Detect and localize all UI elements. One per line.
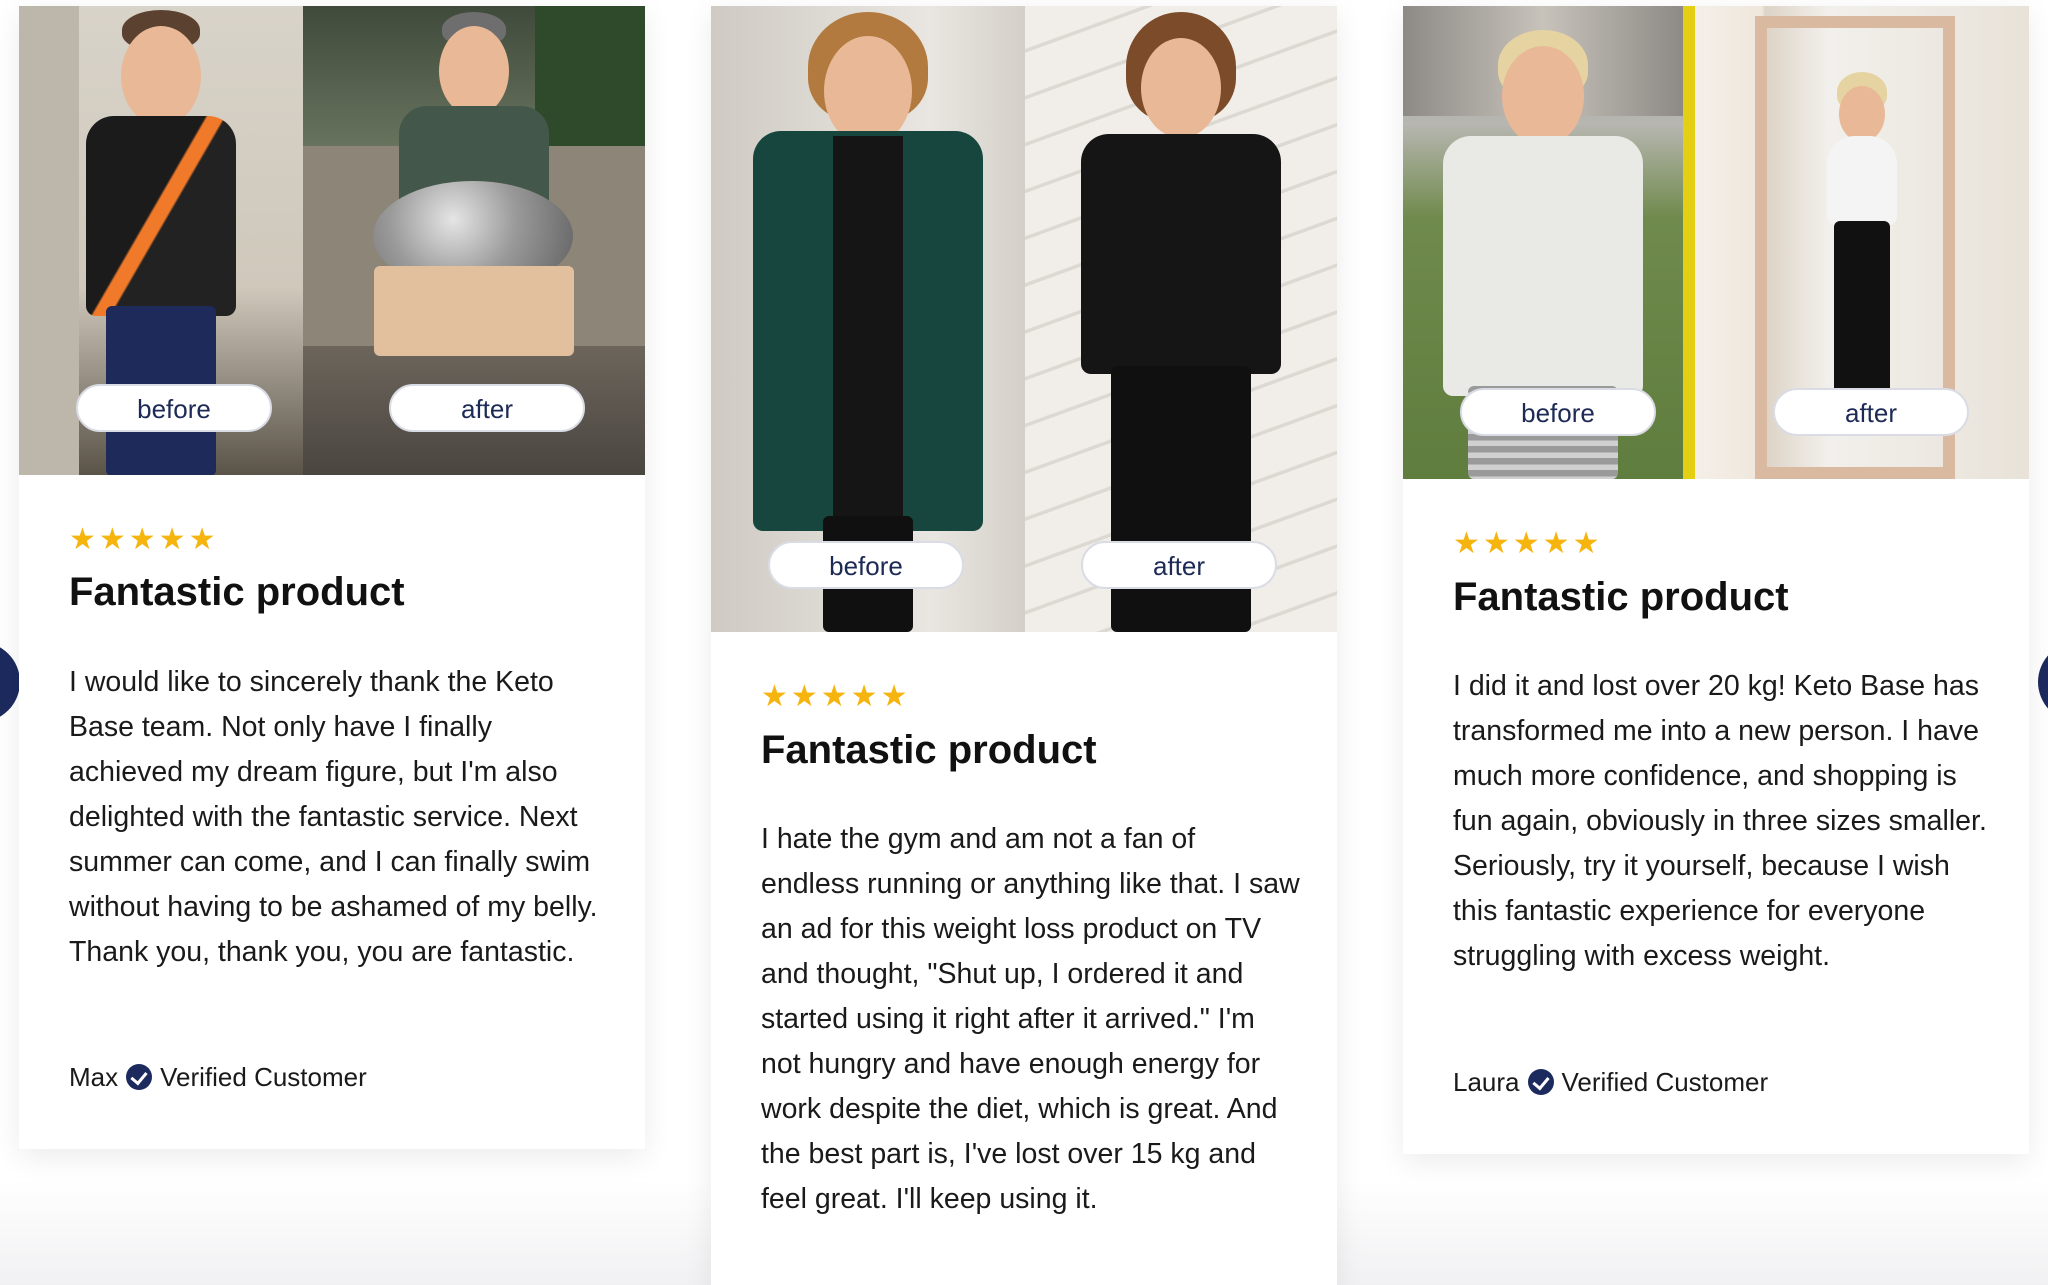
author-name: Laura xyxy=(1453,1067,1520,1097)
after-label: after xyxy=(1773,388,1969,436)
rating-stars: ★★★★★ xyxy=(1453,527,1603,560)
after-label: after xyxy=(389,384,585,432)
verified-label: Verified Customer xyxy=(1561,1067,1769,1097)
review-text: I would like to sincerely thank the Keto… xyxy=(69,666,598,968)
author-name: Max xyxy=(69,1062,119,1092)
review-author: Laura Verified Customer xyxy=(1453,1066,1768,1098)
carousel-prev-arrow-icon[interactable] xyxy=(0,642,20,722)
verified-check-icon xyxy=(1527,1069,1554,1095)
review-author: Max Verified Customer xyxy=(69,1061,367,1093)
before-label: before xyxy=(76,384,272,432)
before-photo xyxy=(711,6,1025,632)
rating-stars: ★★★★★ xyxy=(761,680,911,713)
review-text: I hate the gym and am not a fan of endle… xyxy=(761,823,1300,1215)
testimonials-carousel: before after ★★★★★ Fantastic product I w… xyxy=(0,0,2048,1285)
review-text: I did it and lost over 20 kg! Keto Base … xyxy=(1453,670,1987,972)
review-card-1: before after ★★★★★ Fantastic product I w… xyxy=(19,6,645,1149)
review-card-3: before after ★★★★★ Fantastic product I d… xyxy=(1403,6,2029,1154)
review-card-2: before after ★★★★★ Fantastic product I h… xyxy=(711,6,1337,1285)
review-title: Fantastic product xyxy=(761,728,1097,772)
review-title: Fantastic product xyxy=(69,570,405,614)
rating-stars: ★★★★★ xyxy=(69,523,219,556)
after-photo xyxy=(1025,6,1337,632)
before-after-photo: before after xyxy=(1403,6,2029,479)
review-title: Fantastic product xyxy=(1453,575,1789,619)
before-after-photo: before after xyxy=(711,6,1337,632)
verified-check-icon xyxy=(126,1064,153,1090)
before-after-photo: before after xyxy=(19,6,645,475)
verified-label: Verified Customer xyxy=(160,1062,367,1092)
divider-stripe xyxy=(1683,6,1695,479)
before-label: before xyxy=(768,541,964,589)
after-label: after xyxy=(1081,541,1277,589)
carousel-next-arrow-icon[interactable] xyxy=(2038,642,2048,722)
before-label: before xyxy=(1460,388,1656,436)
